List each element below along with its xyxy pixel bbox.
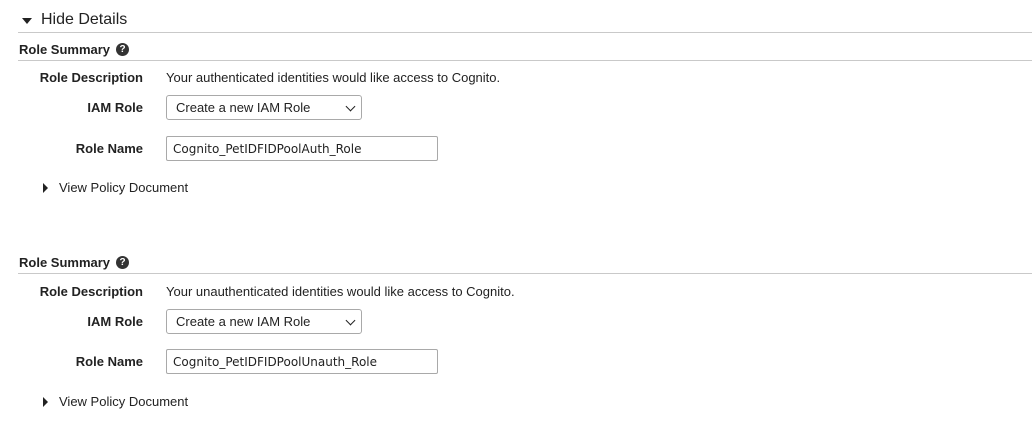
help-icon[interactable]: ? (116, 43, 130, 56)
divider (18, 32, 1032, 33)
caret-down-icon (22, 18, 32, 24)
view-policy-document-toggle[interactable]: View Policy Document (43, 394, 188, 409)
iam-role-selected-value: Create a new IAM Role (176, 314, 311, 329)
view-policy-document-toggle[interactable]: View Policy Document (43, 180, 188, 195)
iam-role-label: IAM Role (87, 314, 143, 329)
role-details-panel: Hide Details Role Summary ? Role Descrip… (0, 0, 1032, 423)
chevron-down-icon (345, 315, 356, 326)
role-description-label: Role Description (39, 70, 143, 85)
role-name-input[interactable] (166, 349, 438, 374)
role-description-label: Role Description (39, 284, 143, 299)
role-name-label: Role Name (75, 354, 143, 369)
section-title-text: Role Summary (19, 255, 111, 270)
iam-role-select[interactable]: Create a new IAM Role (166, 309, 362, 334)
iam-role-select[interactable]: Create a new IAM Role (166, 95, 362, 120)
section-title: Role Summary ? (19, 255, 130, 270)
caret-right-icon (43, 396, 48, 407)
section-title-text: Role Summary (19, 42, 111, 57)
view-policy-document-label: View Policy Document (59, 394, 189, 409)
divider (18, 60, 1032, 61)
role-description-value: Your unauthenticated identities would li… (166, 284, 515, 299)
role-description-value: Your authenticated identities would like… (166, 70, 501, 85)
role-name-label: Role Name (75, 141, 143, 156)
divider (18, 273, 1032, 274)
section-title: Role Summary ? (19, 42, 130, 57)
iam-role-label: IAM Role (87, 100, 143, 115)
chevron-down-icon (345, 101, 356, 112)
role-name-input[interactable] (166, 136, 438, 161)
iam-role-selected-value: Create a new IAM Role (176, 100, 311, 115)
help-icon[interactable]: ? (116, 256, 130, 269)
hide-details-label: Hide Details (41, 11, 128, 28)
view-policy-document-label: View Policy Document (59, 180, 189, 195)
caret-right-icon (43, 182, 48, 193)
hide-details-toggle[interactable]: Hide Details (22, 11, 127, 29)
